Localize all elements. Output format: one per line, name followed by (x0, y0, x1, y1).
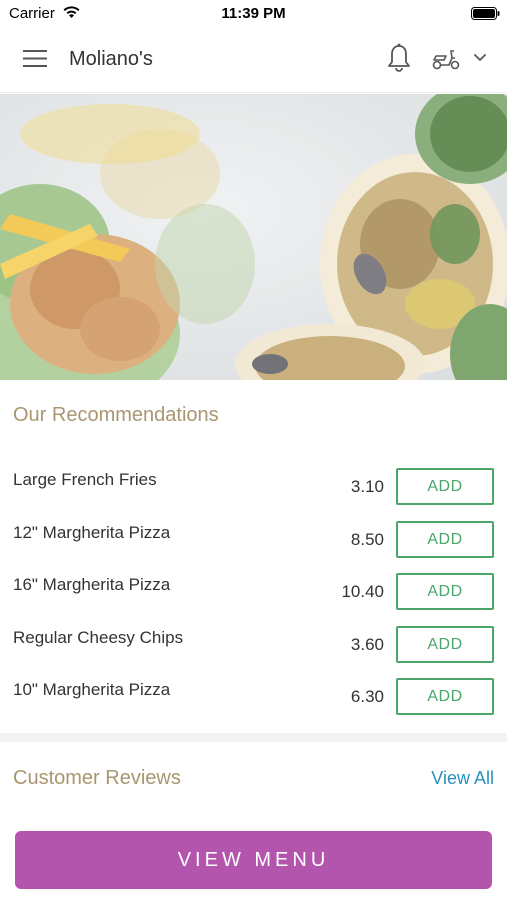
list-item: 12" Margherita Pizza 8.50 ADD (0, 513, 507, 565)
item-name: 10" Margherita Pizza (13, 680, 171, 699)
add-button[interactable]: ADD (396, 678, 494, 715)
item-name: 16" Margherita Pizza (13, 575, 171, 594)
hamburger-menu-icon[interactable] (23, 49, 47, 68)
item-price: 3.10 (350, 477, 384, 496)
hero-food-image (0, 94, 507, 380)
app-header: Moliano's (0, 26, 507, 93)
item-price: 10.40 (341, 582, 384, 601)
item-price: 8.50 (350, 530, 384, 549)
list-item: Large French Fries 3.10 ADD (0, 460, 507, 512)
chevron-down-icon[interactable] (473, 53, 487, 63)
item-price: 3.60 (350, 635, 384, 654)
add-button[interactable]: ADD (396, 468, 494, 505)
battery-icon (471, 7, 500, 20)
view-all-reviews-link[interactable]: View All (431, 768, 494, 789)
item-name: 12" Margherita Pizza (13, 523, 171, 542)
bell-icon[interactable] (386, 43, 412, 73)
list-item: 16" Margherita Pizza 10.40 ADD (0, 565, 507, 617)
item-name: Regular Cheesy Chips (13, 628, 184, 647)
restaurant-title: Moliano's (69, 48, 153, 70)
view-menu-button[interactable]: VIEW MENU (15, 831, 492, 889)
scooter-icon[interactable] (431, 48, 461, 70)
item-name: Large French Fries (13, 470, 157, 489)
add-button[interactable]: ADD (396, 626, 494, 663)
recommendations-heading: Our Recommendations (13, 404, 219, 426)
section-divider (0, 733, 507, 742)
reviews-heading: Customer Reviews (13, 767, 181, 789)
add-button[interactable]: ADD (396, 573, 494, 610)
status-bar: Carrier 11:39 PM (0, 0, 507, 26)
clock: 11:39 PM (221, 5, 286, 22)
list-item: Regular Cheesy Chips 3.60 ADD (0, 618, 507, 670)
add-button[interactable]: ADD (396, 521, 494, 558)
list-item: 10" Margherita Pizza 6.30 ADD (0, 670, 507, 722)
item-price: 6.30 (350, 687, 384, 706)
